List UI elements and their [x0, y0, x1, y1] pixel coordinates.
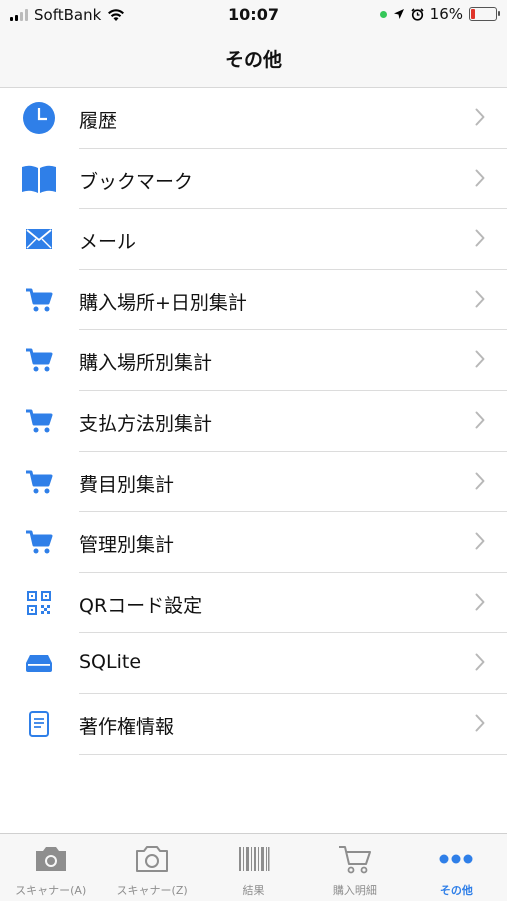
menu-item-label: メール — [79, 231, 137, 254]
chevron-right-icon — [475, 290, 485, 308]
menu-item-label: 費目別集計 — [79, 473, 175, 496]
cart-icon — [20, 283, 58, 317]
tab-label: 結果 — [242, 884, 265, 897]
menu-item-label: 管理別集計 — [79, 534, 175, 557]
battery-icon — [469, 7, 500, 21]
menu-item[interactable]: 履歴 — [0, 88, 507, 149]
chevron-right-icon — [475, 653, 485, 671]
location-icon — [393, 9, 404, 19]
status-right: 16% — [379, 5, 500, 23]
tab-item[interactable]: スキャナー(A) — [0, 834, 101, 901]
menu-item[interactable]: QRコード設定 — [0, 573, 507, 634]
menu-item-label: SQLite — [79, 651, 142, 674]
camera-outline-icon — [101, 844, 202, 874]
menu-item[interactable]: 購入場所別集計 — [0, 330, 507, 391]
navigation-bar: その他 — [0, 30, 507, 88]
tab-item[interactable]: 結果 — [203, 834, 304, 901]
menu-item-label: 支払方法別集計 — [79, 412, 213, 435]
mic-indicator-icon — [379, 10, 387, 18]
chevron-right-icon — [475, 714, 485, 732]
menu-item-label: 購入場所別集計 — [79, 352, 213, 375]
cart-icon — [20, 343, 58, 377]
menu-item[interactable]: 支払方法別集計 — [0, 391, 507, 452]
book-icon — [20, 162, 58, 196]
tab-bar: スキャナー(A) スキャナー(Z) 結果 購入明細 その他 — [0, 833, 507, 901]
menu-item[interactable]: ブックマーク — [0, 149, 507, 210]
menu-item-label: 履歴 — [79, 110, 118, 132]
chevron-right-icon — [475, 169, 485, 187]
menu-item[interactable]: 費目別集計 — [0, 452, 507, 513]
menu-item-label: QRコード設定 — [79, 594, 203, 617]
menu-item[interactable]: 著作権情報 — [0, 694, 507, 755]
tab-item[interactable]: 購入明細 — [304, 834, 405, 901]
cart-icon — [20, 525, 58, 559]
tab-label: その他 — [439, 884, 473, 897]
more-icon — [406, 844, 507, 874]
tab-item[interactable]: その他 — [406, 834, 507, 901]
chevron-right-icon — [475, 593, 485, 611]
cart-outline-icon — [304, 844, 405, 874]
document-icon — [20, 707, 58, 741]
menu-item[interactable]: SQLite — [0, 633, 507, 694]
qrcode-icon — [20, 586, 58, 620]
menu-item[interactable]: メール — [0, 209, 507, 270]
menu-item[interactable]: 購入場所+日別集計 — [0, 270, 507, 331]
chevron-right-icon — [475, 472, 485, 490]
battery-percent: 16% — [429, 5, 463, 23]
camera-filled-icon — [0, 844, 101, 874]
chevron-right-icon — [475, 532, 485, 550]
cart-icon — [20, 404, 58, 438]
menu-item-label: 購入場所+日別集計 — [79, 291, 247, 314]
alarm-icon — [411, 7, 424, 21]
envelope-icon — [20, 222, 58, 256]
menu-list: 履歴ブックマーク メール購入場所+日別集計 購入場所別集計 支払方法別集計 費目別集計管… — [0, 88, 507, 755]
divider — [79, 753, 507, 755]
tab-label: スキャナー(Z) — [116, 884, 188, 897]
cart-icon — [20, 465, 58, 499]
menu-item-label: 著作権情報 — [79, 715, 175, 738]
status-bar: SoftBank 10:07 16% — [0, 0, 507, 30]
page-title: その他 — [224, 49, 282, 71]
chevron-right-icon — [475, 350, 485, 368]
tab-item[interactable]: スキャナー(Z) — [101, 834, 202, 901]
chevron-right-icon — [475, 229, 485, 247]
menu-item-label: ブックマーク — [79, 170, 194, 193]
menu-item[interactable]: 管理別集計 — [0, 512, 507, 573]
barcode-icon — [203, 844, 304, 874]
tab-label: スキャナー(A) — [15, 884, 87, 897]
clock-icon — [20, 101, 58, 135]
tab-label: 購入明細 — [332, 884, 377, 897]
drive-icon — [20, 646, 58, 680]
chevron-right-icon — [475, 411, 485, 429]
chevron-right-icon — [475, 108, 485, 126]
